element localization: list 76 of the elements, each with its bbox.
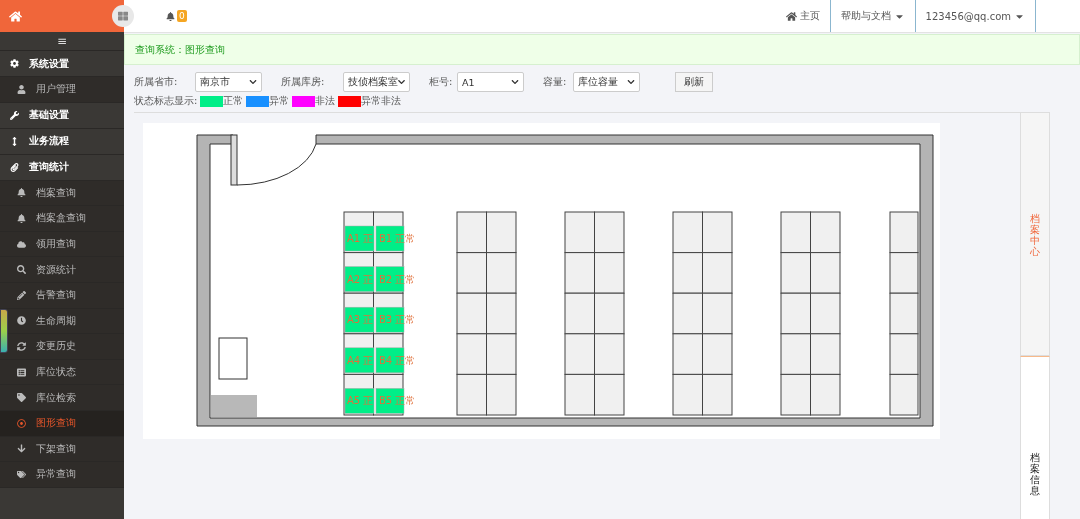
sidebar-item[interactable]: 档案盒查询 [0,206,124,232]
select-field[interactable]: 技侦档案室 [343,72,410,92]
menu-item-icon [10,136,19,146]
menu-link[interactable]: 123456@qq.com [915,0,1036,32]
sidebar-item[interactable]: 档案查询 [0,180,124,207]
storage-slot[interactable] [375,306,405,333]
legend-text: 非法 [315,94,336,108]
bell-icon[interactable] [166,11,175,21]
menu-item-icon [10,59,19,68]
menu-item-icon [17,393,26,403]
legend-text: 异常 [269,94,290,108]
storage-slot[interactable] [344,225,375,252]
menu-item-icon [17,239,26,249]
sidebar-item[interactable]: 领用查询 [0,231,124,258]
legend-text: 异常非法 [361,94,402,108]
filter-label: 所属省市: [134,75,179,89]
level-meter-tooltip [0,309,8,353]
menu-link[interactable]: 帮助与文档 [830,0,916,32]
chevron-icon [398,78,405,86]
select-field[interactable]: 南京市 [195,72,262,92]
menu-item-icon [17,84,26,94]
notification-badge: 0 [177,10,187,22]
storage-slot[interactable] [375,225,405,252]
table-drawing [218,337,248,380]
filter-label: 所属库房: [281,75,326,89]
menu-item-icon [17,444,26,454]
sidebar-item[interactable]: 变更历史 [0,334,124,360]
menu-item-icon [17,316,26,326]
home-link[interactable]: 主页 [775,0,831,32]
breadcrumb: 查询系统：图形查询 [124,34,1080,65]
storage-slot[interactable] [344,266,375,292]
menu-item-icon [17,418,26,428]
sidebar-item[interactable]: 库位状态 [0,359,124,386]
chevron-icon [249,78,257,86]
storage-slot[interactable] [344,347,375,374]
menu-item-icon [17,367,26,377]
side-tab[interactable]: 档案信息 [1020,356,1050,519]
menu-item-icon [17,290,26,300]
select-field[interactable]: 库位容量 [573,72,640,92]
sidebar-item[interactable]: 异常查询 [0,462,124,488]
select-field[interactable]: A1 [457,72,524,92]
menu-item-icon [17,214,26,223]
filter-label: 容量: [543,75,568,89]
slot-label: A1 正 [347,233,374,244]
menu-item-icon [17,265,26,275]
menu-item-icon [10,110,19,120]
chevron-icon [627,78,635,86]
floor-block [211,395,257,417]
menu-item-icon [10,162,19,172]
menu-item-icon [17,469,26,479]
home-icon [785,10,797,22]
filter-label: 柜号: [429,75,454,89]
storage-slot[interactable] [375,347,405,374]
sidebar-item[interactable]: 告警查询 [0,282,124,309]
slot-label: A5 正 [347,395,374,407]
menu-item-icon [17,341,26,351]
storage-slot[interactable] [344,306,375,333]
slot-label: A3 正 [347,314,374,326]
storage-slot[interactable] [375,388,405,414]
sidebar-item[interactable]: 用户管理 [0,77,124,103]
storage-slot[interactable] [344,388,375,414]
chevron-icon [511,78,519,86]
legend-label: 状态标志显示: [134,94,198,108]
refresh-button[interactable]: 刷新 [675,72,713,92]
grid-icon [118,11,128,21]
sidebar-item[interactable]: 图形查询 [0,410,124,437]
storage-slot[interactable] [375,266,405,292]
legend-text: 正常 [223,94,244,108]
sidebar-item[interactable]: 资源统计 [0,257,124,283]
home-icon[interactable] [9,9,22,23]
menu-item-icon [17,188,26,198]
sidebar-item[interactable]: 库位检索 [0,385,124,411]
slot-label: A2 正 [347,273,374,285]
apps-button[interactable] [112,5,134,27]
slot-label: A4 正 [347,354,374,366]
sidebar-item[interactable]: 下架查询 [0,436,124,463]
